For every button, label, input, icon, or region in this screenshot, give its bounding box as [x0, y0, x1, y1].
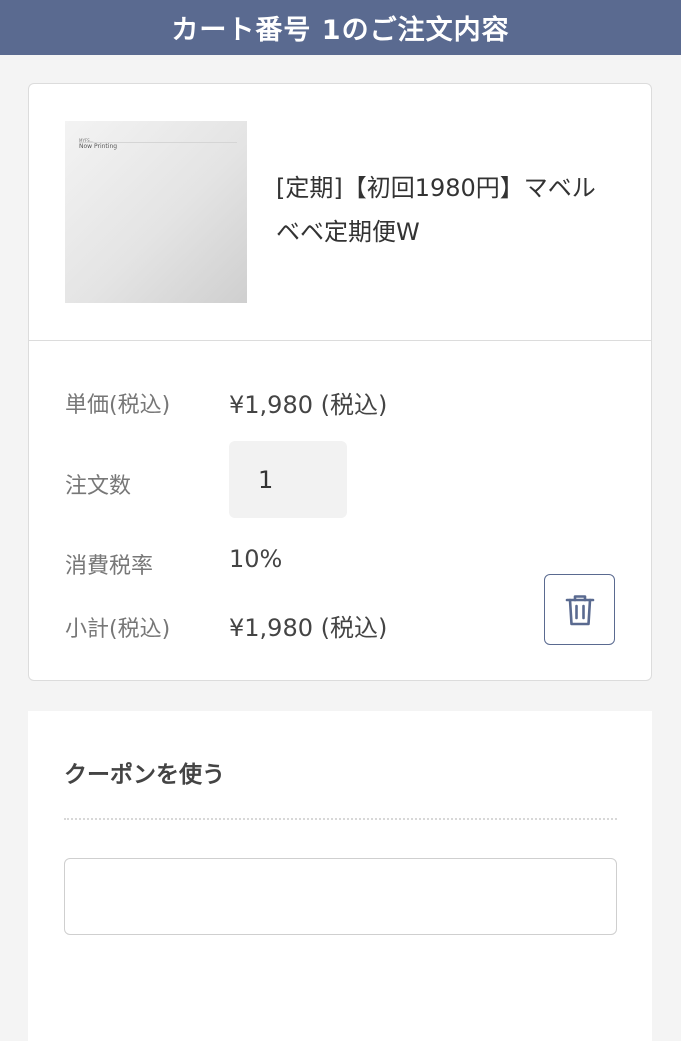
tax-rate-label: 消費税率 [65, 554, 154, 579]
page-header: カート番号 1のご注文内容 [0, 0, 681, 55]
unit-price-value: ¥1,980 (税込) [229, 391, 388, 419]
coupon-title: クーポンを使う [64, 762, 225, 788]
product-name[interactable]: [定期]【初回1980円】マベルベベ定期便W [276, 166, 616, 254]
quantity-label: 注文数 [65, 474, 132, 499]
page-title: カート番号 1のご注文内容 [171, 15, 510, 46]
product-image-caption: Now Printing [79, 143, 118, 150]
subtotal-label: 小計(税込) [65, 617, 171, 642]
coupon-section: クーポンを使う [28, 711, 652, 1041]
unit-price-label: 単価(税込) [65, 393, 171, 418]
product-image[interactable]: MYFS... Now Printing [65, 121, 247, 303]
subtotal-value: ¥1,980 (税込) [229, 614, 388, 642]
coupon-code-input[interactable] [64, 858, 617, 935]
coupon-divider [64, 818, 617, 820]
product-row: MYFS... Now Printing [定期]【初回1980円】マベルベベ定… [29, 84, 651, 341]
quantity-value: 1 [258, 465, 274, 494]
cart-item-card: MYFS... Now Printing [定期]【初回1980円】マベルベベ定… [28, 83, 652, 681]
tax-rate-value: 10% [229, 545, 283, 573]
delete-item-button[interactable] [544, 574, 615, 645]
trash-icon [565, 594, 594, 625]
quantity-field[interactable]: 1 [229, 441, 347, 518]
